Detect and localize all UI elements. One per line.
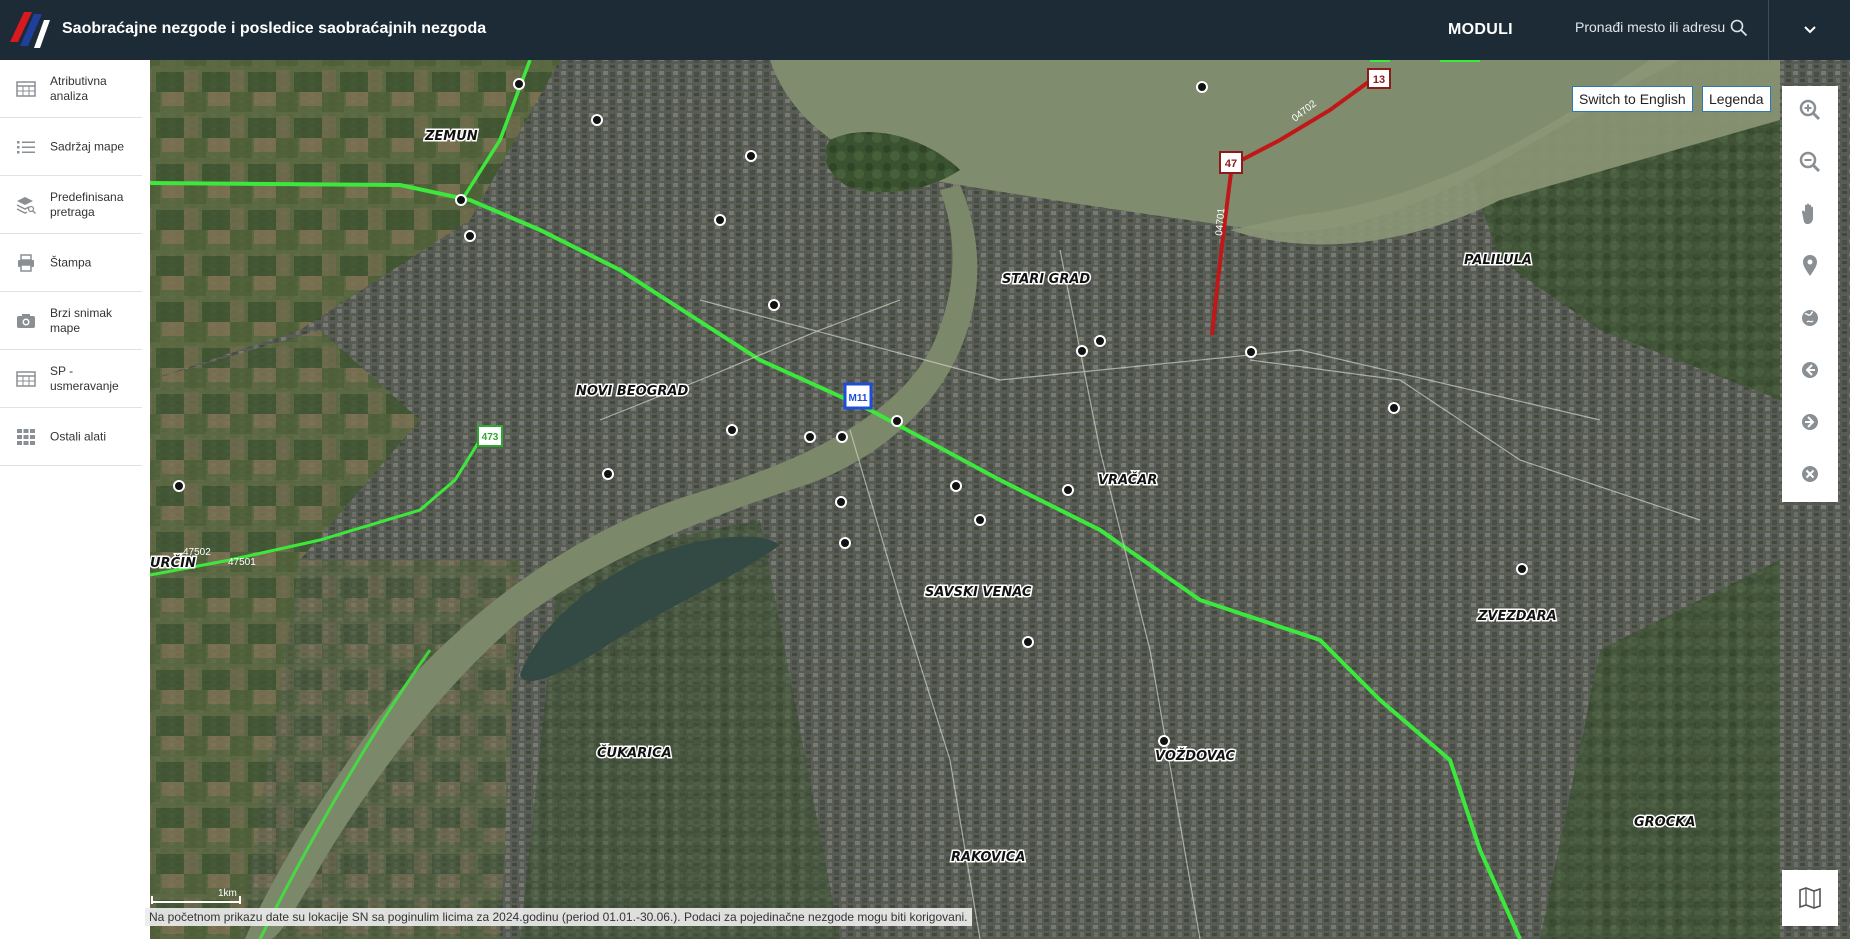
header-divider: [1768, 0, 1769, 60]
district-label: VRAČAR: [1098, 472, 1157, 488]
forward-arrow-icon[interactable]: [1790, 402, 1830, 442]
disclaimer-note: Na početnom prikazu date su lokacije SN …: [145, 908, 972, 926]
satellite-basemap: 13 47 M11 473 04702 04701 47502 47501 ZE…: [150, 60, 1850, 939]
svg-text:M11: M11: [849, 393, 868, 404]
district-label: SAVSKI VENAC: [925, 585, 1032, 600]
chevron-down-icon[interactable]: [1800, 20, 1820, 40]
district-label: VOŽDOVAC: [1155, 748, 1236, 764]
district-label: GROCKA: [1634, 815, 1695, 830]
sidebar-item-map-content[interactable]: Sadržaj mape: [0, 118, 142, 176]
district-label: ZEMUN: [424, 129, 478, 144]
road-shield-473: 473: [477, 425, 503, 447]
search-icon[interactable]: [1730, 19, 1748, 37]
app-title: Saobraćajne nezgode i posledice saobraća…: [62, 20, 487, 37]
sidebar-item-label: Ostali alati: [50, 429, 107, 443]
list-icon: [17, 140, 35, 153]
table-icon: [16, 80, 36, 97]
road-shield-13: 13: [1367, 68, 1391, 89]
sidebar-item-label: SP - usmeravanje: [50, 363, 119, 393]
svg-text:13: 13: [1373, 74, 1385, 86]
switch-language-button[interactable]: Switch to English: [1572, 86, 1693, 112]
svg-text:1km: 1km: [218, 888, 237, 899]
map-canvas[interactable]: 13 47 M11 473 04702 04701 47502 47501 ZE…: [150, 60, 1850, 939]
map-icon: [1799, 887, 1821, 909]
app-logo[interactable]: [10, 10, 50, 50]
map-tools-panel: [1782, 86, 1838, 502]
district-label: RAKOVICA: [951, 850, 1025, 865]
layers-search-icon: [16, 196, 36, 214]
legend-button[interactable]: Legenda: [1702, 86, 1771, 112]
district-label: ZVEZDARA: [1477, 609, 1557, 624]
sidebar: Atributivna analiza Sadržaj mape Predefi…: [0, 60, 150, 939]
road-shield-47: 47: [1219, 151, 1243, 174]
zoom-out-icon[interactable]: [1790, 142, 1830, 182]
modules-menu[interactable]: MODULI: [1448, 21, 1513, 39]
search-input[interactable]: [1575, 17, 1725, 37]
grid-icon: [17, 428, 35, 445]
camera-icon: [17, 313, 35, 328]
district-label: NOVI BEOGRAD: [576, 384, 688, 399]
back-arrow-icon[interactable]: [1790, 350, 1830, 390]
sidebar-item-quick-snapshot[interactable]: Brzi snimak mape: [0, 292, 142, 350]
sidebar-item-label: Predefinisana pretraga: [50, 189, 124, 219]
sidebar-item-label: Štampa: [50, 255, 92, 269]
sidebar-item-routing[interactable]: SP - usmeravanje: [0, 350, 142, 408]
app-header: Saobraćajne nezgode i posledice saobraća…: [0, 0, 1850, 60]
globe-icon[interactable]: [1790, 298, 1830, 338]
sidebar-item-attribute-analysis[interactable]: Atributivna analiza: [0, 60, 142, 118]
district-label: URČIN: [150, 555, 196, 571]
sidebar-item-other-tools[interactable]: Ostali alati: [0, 408, 142, 466]
zoom-in-icon[interactable]: [1790, 90, 1830, 130]
district-label: STARI GRAD: [1002, 272, 1090, 287]
search-box: [1575, 17, 1748, 41]
district-label: PALILULA: [1464, 253, 1532, 268]
table-route-icon: [16, 370, 36, 387]
clear-icon[interactable]: [1790, 454, 1830, 494]
sidebar-item-print[interactable]: Štampa: [0, 234, 142, 292]
district-label: ČUKARICA: [597, 745, 672, 761]
basemap-toggle-button[interactable]: [1782, 870, 1838, 926]
pan-hand-icon[interactable]: [1790, 194, 1830, 234]
svg-text:47: 47: [1225, 158, 1237, 170]
sidebar-item-predefined-search[interactable]: Predefinisana pretraga: [0, 176, 142, 234]
sidebar-item-label: Brzi snimak mape: [50, 305, 113, 335]
svg-text:473: 473: [482, 432, 499, 443]
printer-icon: [18, 253, 34, 272]
sidebar-item-label: Sadržaj mape: [50, 139, 125, 153]
sidebar-item-label: Atributivna analiza: [50, 73, 107, 103]
road-code: 47501: [228, 557, 256, 568]
road-shield-m11: M11: [843, 382, 873, 410]
location-pin-icon[interactable]: [1790, 246, 1830, 286]
